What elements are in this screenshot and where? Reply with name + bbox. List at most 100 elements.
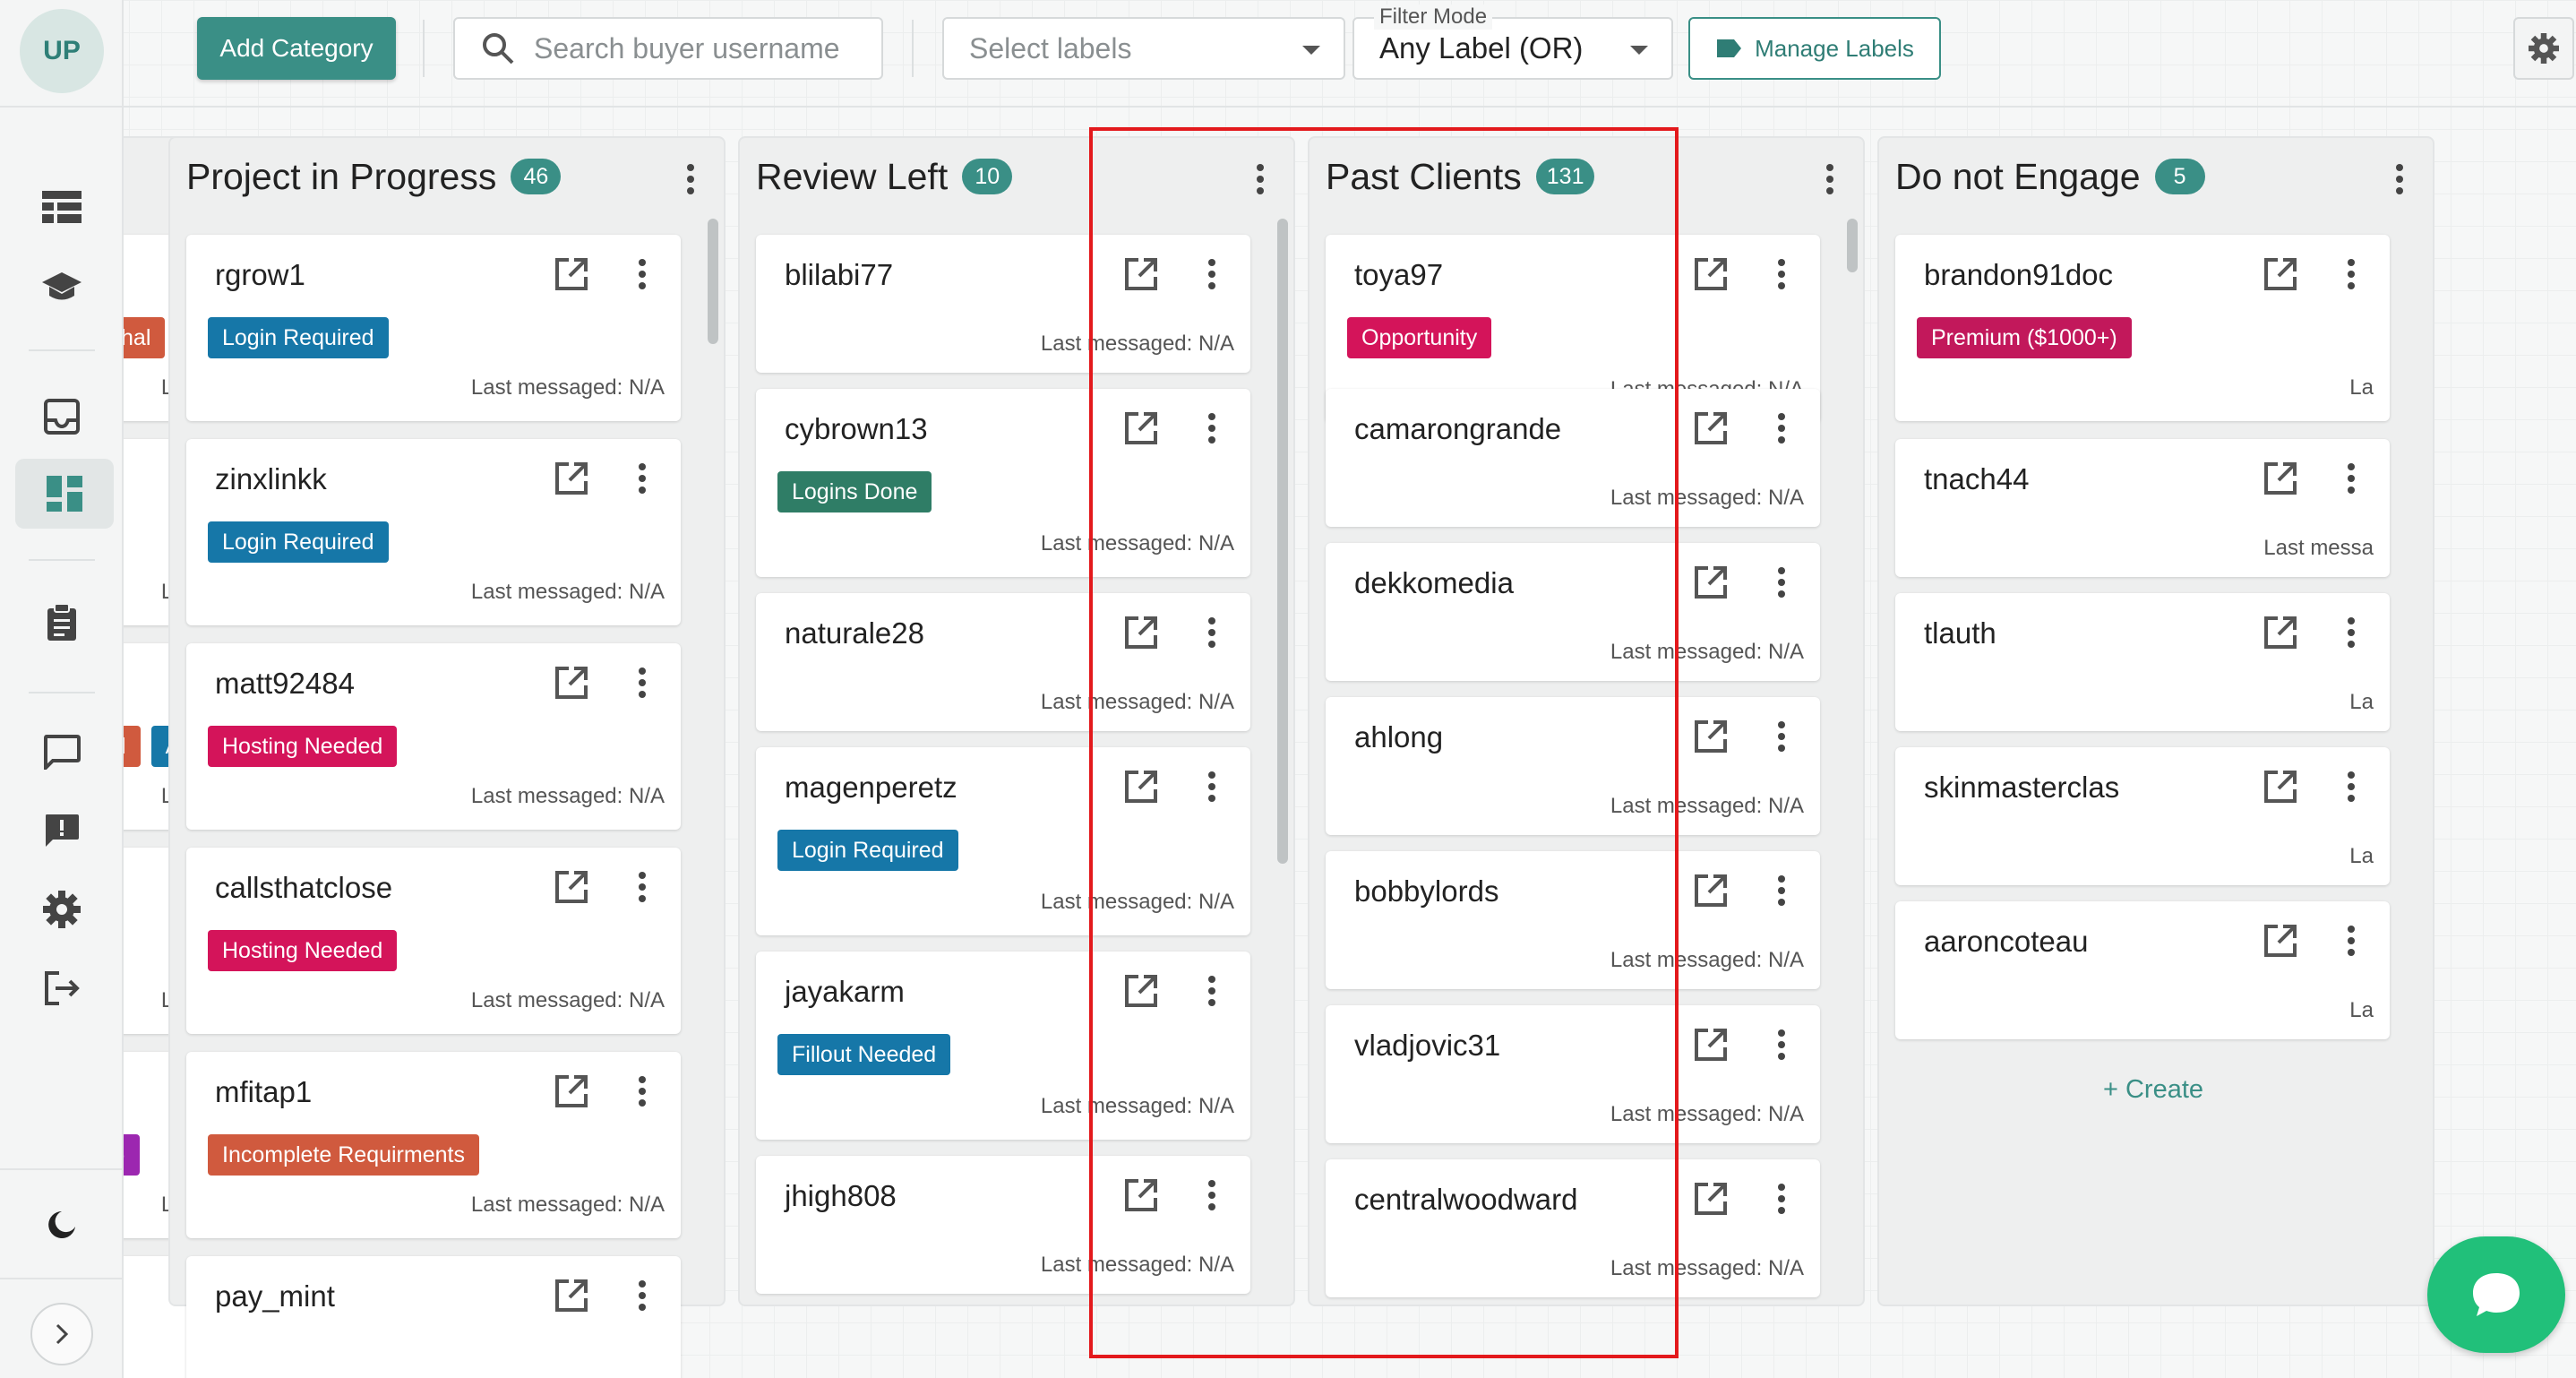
manage-labels-button[interactable]: Manage Labels <box>1688 17 1941 80</box>
buyer-card[interactable]: ahlong Last messaged: N/A <box>1326 697 1820 835</box>
more-vertical-icon[interactable] <box>1775 720 1788 753</box>
label-chip[interactable]: Marshal <box>124 317 166 358</box>
more-vertical-icon[interactable] <box>1206 975 1218 1007</box>
buyer-card[interactable]: bobbylords Last messaged: N/A <box>1326 851 1820 989</box>
dark-mode-icon[interactable] <box>30 1193 93 1256</box>
more-vertical-icon[interactable] <box>1206 258 1218 290</box>
label-chip[interactable]: Logins Done <box>777 471 932 512</box>
open-in-new-icon[interactable] <box>1693 1027 1729 1063</box>
scrollbar-thumb[interactable] <box>1847 219 1858 272</box>
buyer-card[interactable]: dekkomedia Last messaged: N/A <box>1326 543 1820 681</box>
open-in-new-icon[interactable] <box>1693 1181 1729 1217</box>
label-chip[interactable]: Marshal <box>124 726 141 767</box>
more-vertical-icon[interactable] <box>1775 258 1788 290</box>
more-vertical-icon[interactable] <box>1206 412 1218 444</box>
buyer-card[interactable]: tlauth La <box>1895 593 2390 731</box>
open-in-new-icon[interactable] <box>1123 410 1159 446</box>
buyer-card[interactable]: vladjovic31 Last messaged: N/A <box>1326 1005 1820 1143</box>
filter-mode-select[interactable]: Filter Mode Any Label (OR) <box>1352 4 1673 80</box>
feedback-icon[interactable] <box>30 799 93 862</box>
buyer-card[interactable]: matt92484 Hosting Needed Last messaged: N/… <box>186 643 681 830</box>
open-in-new-icon[interactable] <box>1123 615 1159 650</box>
open-in-new-icon[interactable] <box>554 256 589 292</box>
open-in-new-icon[interactable] <box>554 869 589 905</box>
buyer-card[interactable]: tnach44 Last messa <box>1895 439 2390 577</box>
buyer-card[interactable]: centralwoodward Last messaged: N/A <box>1326 1159 1820 1297</box>
more-vertical-icon[interactable] <box>2393 163 2406 194</box>
logout-icon[interactable] <box>30 957 93 1020</box>
open-in-new-icon[interactable] <box>2263 461 2298 496</box>
open-in-new-icon[interactable] <box>1693 256 1729 292</box>
more-vertical-icon[interactable] <box>684 163 697 194</box>
more-vertical-icon[interactable] <box>636 1075 648 1107</box>
label-chip[interactable]: Incomplete Requirments <box>208 1134 479 1176</box>
open-in-new-icon[interactable] <box>2263 615 2298 650</box>
open-in-new-icon[interactable] <box>1693 564 1729 600</box>
label-chip[interactable]: Login Required <box>777 830 958 871</box>
courses-icon[interactable] <box>30 256 93 319</box>
open-in-new-icon[interactable] <box>1123 973 1159 1009</box>
label-chip[interactable]: Login Required <box>208 317 389 358</box>
more-vertical-icon[interactable] <box>2345 258 2357 290</box>
label-chip[interactable]: Opportunity <box>1347 317 1492 358</box>
open-in-new-icon[interactable] <box>2263 256 2298 292</box>
open-in-new-icon[interactable] <box>1123 1177 1159 1213</box>
open-in-new-icon[interactable] <box>554 461 589 496</box>
open-in-new-icon[interactable] <box>1693 873 1729 909</box>
inbox-icon[interactable] <box>30 385 93 448</box>
settings-icon[interactable] <box>30 878 93 941</box>
chat-launcher-button[interactable] <box>2427 1236 2565 1353</box>
buyer-card[interactable]: skinmasterclas La <box>1895 747 2390 885</box>
more-vertical-icon[interactable] <box>1775 1029 1788 1061</box>
board-icon[interactable] <box>15 459 114 529</box>
expand-icon[interactable] <box>30 1303 93 1365</box>
chat-icon[interactable] <box>30 720 93 783</box>
create-card-link[interactable]: + Create <box>2103 1075 2203 1105</box>
label-chip[interactable]: Premium ($1000+) <box>1917 317 2132 358</box>
label-chip[interactable]: Medium ($250–$600) <box>124 1134 140 1176</box>
more-vertical-icon[interactable] <box>2345 771 2357 803</box>
buyer-card[interactable]: pay_mint <box>186 1256 681 1378</box>
more-vertical-icon[interactable] <box>636 258 648 290</box>
more-vertical-icon[interactable] <box>1775 874 1788 907</box>
label-chip[interactable]: Hosting Needed <box>208 726 398 767</box>
open-in-new-icon[interactable] <box>2263 769 2298 805</box>
more-vertical-icon[interactable] <box>1254 163 1267 194</box>
more-vertical-icon[interactable] <box>636 462 648 495</box>
clipboard-icon[interactable] <box>30 591 93 654</box>
avatar[interactable]: UP <box>20 9 104 93</box>
more-vertical-icon[interactable] <box>636 1279 648 1312</box>
buyer-card[interactable]: mfitap1 Incomplete Requirments Last messag… <box>186 1052 681 1238</box>
scrollbar-thumb[interactable] <box>708 219 718 344</box>
more-vertical-icon[interactable] <box>1775 1183 1788 1215</box>
buyer-card[interactable]: naturale28 Last messaged: N/A <box>756 593 1250 731</box>
more-vertical-icon[interactable] <box>2345 925 2357 957</box>
label-chip[interactable]: Hosting Needed <box>208 930 398 971</box>
buyer-card[interactable]: rgrow1 Login Required Last messaged: N/A <box>186 235 681 421</box>
open-in-new-icon[interactable] <box>554 1278 589 1313</box>
more-vertical-icon[interactable] <box>1206 771 1218 803</box>
label-chip[interactable]: Fillout Needed <box>777 1034 951 1075</box>
buyer-card[interactable]: jhigh808 Last messaged: N/A <box>756 1156 1250 1294</box>
buyer-card[interactable]: aaroncoteau La <box>1895 901 2390 1039</box>
open-in-new-icon[interactable] <box>1123 256 1159 292</box>
add-category-button[interactable]: Add Category <box>197 17 396 80</box>
open-in-new-icon[interactable] <box>1693 410 1729 446</box>
label-chip[interactable]: Login Required <box>208 521 389 563</box>
buyer-card[interactable]: cybrown13 Logins Done Last messaged: N/A <box>756 389 1250 577</box>
more-vertical-icon[interactable] <box>1206 616 1218 649</box>
more-vertical-icon[interactable] <box>2345 462 2357 495</box>
open-in-new-icon[interactable] <box>1693 719 1729 754</box>
open-in-new-icon[interactable] <box>554 665 589 701</box>
open-in-new-icon[interactable] <box>2263 923 2298 959</box>
buyer-card[interactable]: jayakarm Fillout Needed Last messaged: N/A <box>756 952 1250 1140</box>
more-vertical-icon[interactable] <box>1206 1179 1218 1211</box>
buyer-card[interactable]: brandon91doc Premium ($1000+) La <box>1895 235 2390 421</box>
more-vertical-icon[interactable] <box>636 871 648 903</box>
buyer-card[interactable]: callsthatclose Hosting Needed Last message… <box>186 848 681 1034</box>
scrollbar-thumb[interactable] <box>1277 219 1288 864</box>
board-settings-button[interactable] <box>2513 17 2574 80</box>
search-input[interactable]: Search buyer username <box>453 17 883 80</box>
more-vertical-icon[interactable] <box>1775 566 1788 599</box>
more-vertical-icon[interactable] <box>2345 616 2357 649</box>
